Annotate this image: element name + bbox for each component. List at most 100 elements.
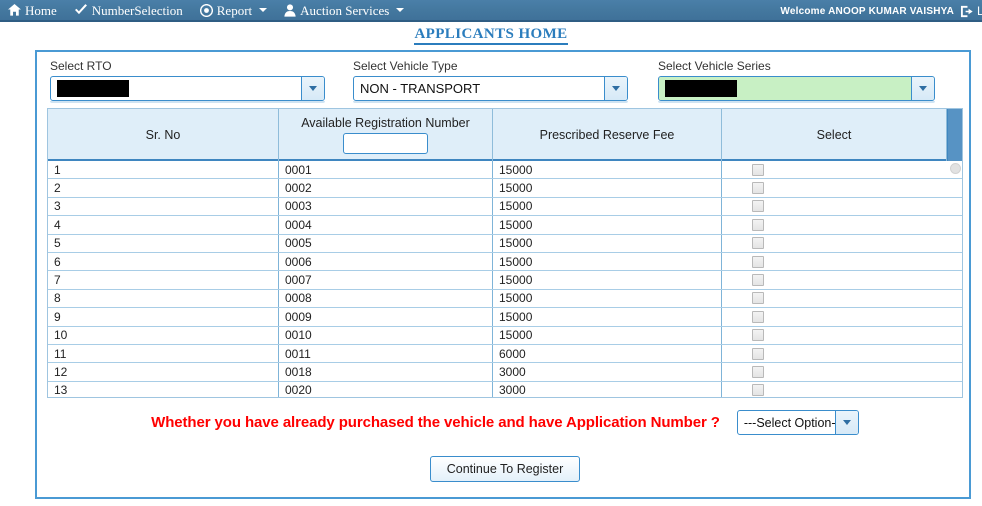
column-header-sr-no-label: Sr. No xyxy=(145,128,181,142)
application-option-value: ---Select Option--- xyxy=(743,415,835,430)
select-vehicle-series-dropdown[interactable] xyxy=(658,76,935,101)
cell-select xyxy=(722,235,947,252)
select-rto-label: Select RTO xyxy=(50,59,112,73)
column-header-available-registration-number: Available Registration Number xyxy=(279,109,493,161)
select-vehicle-type-caret[interactable] xyxy=(604,77,627,100)
select-rto-caret[interactable] xyxy=(301,77,324,100)
table-row[interactable]: 7 0007 15000 xyxy=(48,271,962,290)
table-row[interactable]: 3 0003 15000 xyxy=(48,197,962,217)
column-header-prescribed-reserve-fee-label: Prescribed Reserve Fee xyxy=(539,128,675,142)
table-row[interactable]: 2 0002 15000 xyxy=(48,179,962,198)
table-row[interactable]: 12 0018 3000 xyxy=(48,363,962,382)
record-circle-icon xyxy=(199,3,213,17)
cell-registration-number: 0018 xyxy=(279,363,493,381)
nav-item-numberselection[interactable]: NumberSelection xyxy=(66,0,192,21)
cell-registration-number: 0008 xyxy=(279,289,493,308)
select-vehicle-type-value: NON - TRANSPORT xyxy=(360,81,481,96)
row-select-checkbox[interactable] xyxy=(752,200,764,213)
column-header-sr-no: Sr. No xyxy=(48,109,279,161)
field-underline xyxy=(50,101,325,103)
cell-select xyxy=(722,327,947,344)
nav-user-area: Welcome ANOOP KUMAR VAISHYA Logout xyxy=(780,0,982,22)
cell-reserve-fee: 15000 xyxy=(493,179,722,197)
row-select-checkbox[interactable] xyxy=(752,310,764,323)
redaction-box xyxy=(665,80,737,97)
cell-select xyxy=(722,253,947,270)
select-vehicle-type-label: Select Vehicle Type xyxy=(353,59,458,73)
cell-sr-no: 5 xyxy=(48,234,279,252)
row-select-checkbox[interactable] xyxy=(752,365,764,378)
cell-reserve-fee: 3000 xyxy=(493,381,722,397)
row-select-checkbox[interactable] xyxy=(752,255,764,268)
table-row[interactable]: 8 0008 15000 xyxy=(48,289,962,309)
nav-item-auction-services-label: Auction Services xyxy=(300,2,390,18)
nav-item-report-label: Report xyxy=(216,2,253,18)
table-row[interactable]: 9 0009 15000 xyxy=(48,308,962,327)
select-vehicle-type-dropdown[interactable]: NON - TRANSPORT xyxy=(353,76,628,101)
action-row: Continue To Register xyxy=(37,456,973,482)
row-select-checkbox[interactable] xyxy=(752,347,764,360)
cell-reserve-fee: 15000 xyxy=(493,216,722,234)
cell-sr-no: 1 xyxy=(48,161,279,179)
cell-select xyxy=(722,382,947,397)
cell-registration-number: 0004 xyxy=(279,216,493,234)
table-row[interactable]: 1 0001 15000 xyxy=(48,161,962,180)
cell-select xyxy=(722,363,947,380)
cell-registration-number: 0009 xyxy=(279,308,493,326)
application-option-caret[interactable] xyxy=(834,411,858,434)
table-row[interactable]: 4 0004 15000 xyxy=(48,216,962,235)
cell-sr-no: 7 xyxy=(48,271,279,289)
cell-sr-no: 8 xyxy=(48,289,279,308)
select-rto-dropdown[interactable] xyxy=(50,76,325,101)
grid-scrollbar-track[interactable] xyxy=(947,109,962,161)
table-row[interactable]: 11 0011 6000 xyxy=(48,344,962,364)
top-navbar: Home NumberSelection Report Auction Serv… xyxy=(0,0,982,22)
row-select-checkbox[interactable] xyxy=(752,274,764,287)
cell-reserve-fee: 6000 xyxy=(493,344,722,363)
continue-to-register-button[interactable]: Continue To Register xyxy=(429,456,581,482)
nav-item-report[interactable]: Report xyxy=(192,0,276,21)
cell-reserve-fee: 15000 xyxy=(493,252,722,271)
table-row[interactable]: 13 0020 3000 xyxy=(48,381,962,397)
nav-item-auction-services[interactable]: Auction Services xyxy=(276,0,413,21)
row-select-checkbox[interactable] xyxy=(752,329,764,342)
user-icon xyxy=(284,3,296,17)
cell-registration-number: 0001 xyxy=(279,161,493,179)
cell-registration-number: 0010 xyxy=(279,326,493,344)
row-select-checkbox[interactable] xyxy=(752,292,764,305)
select-vehicle-series-label: Select Vehicle Series xyxy=(658,59,771,73)
row-select-checkbox[interactable] xyxy=(752,182,764,195)
cell-registration-number: 0006 xyxy=(279,252,493,271)
home-icon xyxy=(8,4,21,16)
chevron-down-icon xyxy=(309,86,317,91)
nav-item-home[interactable]: Home xyxy=(0,0,66,21)
table-row[interactable]: 5 0005 15000 xyxy=(48,234,962,253)
logout-button[interactable]: Logout xyxy=(960,4,982,18)
logout-label: Logout xyxy=(977,4,982,18)
table-row[interactable]: 6 0006 15000 xyxy=(48,252,962,272)
field-select-vehicle-series: Select Vehicle Series xyxy=(658,60,935,103)
page-title-text: APPLICANTS HOME xyxy=(414,26,568,45)
cell-registration-number: 0020 xyxy=(279,381,493,397)
field-underline xyxy=(353,101,628,103)
table-row[interactable]: 10 0010 15000 xyxy=(48,326,962,345)
application-option-dropdown[interactable]: ---Select Option--- xyxy=(736,410,859,435)
row-select-checkbox[interactable] xyxy=(752,384,764,397)
cell-reserve-fee: 15000 xyxy=(493,271,722,289)
row-select-checkbox[interactable] xyxy=(752,163,764,176)
select-vehicle-series-caret[interactable] xyxy=(911,77,934,100)
cell-registration-number: 0005 xyxy=(279,234,493,252)
row-select-checkbox[interactable] xyxy=(752,218,764,231)
registration-number-search-input[interactable] xyxy=(343,133,428,154)
page-title: APPLICANTS HOME xyxy=(0,26,982,45)
cell-reserve-fee: 15000 xyxy=(493,197,722,216)
cell-select xyxy=(722,198,947,215)
cell-sr-no: 9 xyxy=(48,308,279,326)
cell-registration-number: 0011 xyxy=(279,344,493,363)
grid-scrollbar-thumb[interactable] xyxy=(950,163,961,174)
cell-select xyxy=(722,290,947,307)
logout-icon xyxy=(960,5,974,18)
row-select-checkbox[interactable] xyxy=(752,237,764,250)
nav-items: Home NumberSelection Report Auction Serv… xyxy=(0,0,413,21)
cell-registration-number: 0002 xyxy=(279,179,493,197)
